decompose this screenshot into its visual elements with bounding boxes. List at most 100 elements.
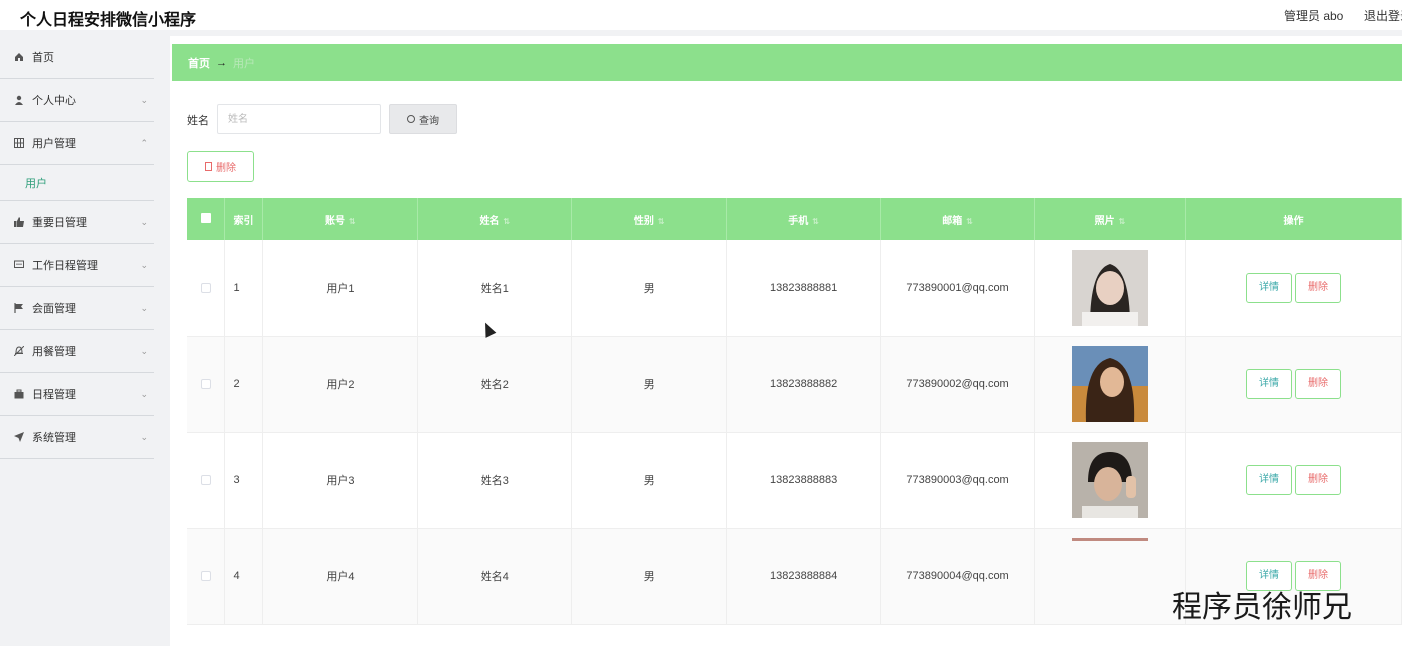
sidebar-item-user-management[interactable]: 用户管理 ⌃ [0,122,154,165]
row-index: 1 [224,240,264,337]
header-gender[interactable]: 性别 ⇅ [571,198,728,240]
delete-button[interactable]: 删除 [1295,369,1341,399]
row-phone: 13823888883 [726,432,882,529]
row-email: 773890002@qq.com [880,336,1036,433]
sort-icon[interactable]: ⇅ [966,217,973,226]
user-icon [13,94,25,106]
sidebar-item-dining[interactable]: 用餐管理 ⌄ [0,330,154,373]
detail-button[interactable]: 详情 [1246,272,1292,303]
row-select[interactable] [187,528,226,625]
sidebar-item-label: 个人中心 [32,95,76,107]
sort-icon[interactable]: ⇅ [658,217,665,226]
row-photo-cell [1034,336,1186,433]
header-phone[interactable]: 手机 ⇅ [726,198,882,240]
row-checkbox[interactable] [200,475,211,486]
row-email: 773890004@qq.com [880,528,1036,625]
table-row: 3 用户3 姓名3 男 13823888883 773890003@qq.com… [187,432,1402,529]
header-account[interactable]: 账号 ⇅ [262,198,419,240]
row-phone: 13823888881 [726,240,882,337]
select-all-checkbox[interactable] [200,212,211,223]
sidebar-subitem-users[interactable]: 用户 [0,165,154,201]
row-actions: 详情 删除 [1185,336,1402,433]
delete-button[interactable]: 删除 [1295,465,1341,495]
briefcase-icon [13,388,25,400]
row-select[interactable] [187,432,226,529]
user-photo [1072,442,1149,518]
header-actions: 操作 [1185,198,1402,240]
chevron-down-icon: ⌄ [140,260,148,270]
batch-delete-button[interactable]: 删除 [187,151,254,182]
row-account: 用户4 [262,528,419,625]
sidebar-item-label: 日程管理 [32,389,76,401]
detail-button[interactable]: 详情 [1246,369,1292,399]
row-checkbox[interactable] [200,571,211,582]
user-photo [1072,538,1149,541]
sidebar-item-personal[interactable]: 个人中心 ⌄ [0,79,154,122]
header-photo[interactable]: 照片 ⇅ [1034,198,1186,240]
query-button[interactable]: 查询 [389,104,457,134]
row-select[interactable] [187,240,226,337]
chevron-down-icon: ⌄ [140,303,148,313]
sidebar-item-schedule[interactable]: 日程管理 ⌄ [0,373,154,416]
row-checkbox[interactable] [200,282,211,293]
home-icon [13,51,25,63]
row-account: 用户3 [262,432,419,529]
header-index: 索引 [224,198,264,240]
sort-icon[interactable]: ⇅ [503,217,510,226]
table-row: 2 用户2 姓名2 男 13823888882 773890002@qq.com… [187,336,1402,433]
thumb-icon [13,216,25,228]
chevron-down-icon: ⌄ [140,346,148,356]
row-index: 4 [224,528,264,625]
sidebar-item-label: 会面管理 [32,303,76,315]
breadcrumb: 首页 → 用户 [172,44,1402,81]
header-email[interactable]: 邮箱 ⇅ [880,198,1036,240]
sort-icon[interactable]: ⇅ [1119,217,1126,226]
sort-icon[interactable]: ⇅ [812,217,819,226]
sidebar-item-meetings[interactable]: 会面管理 ⌄ [0,287,154,330]
top-bar: 个人日程安排微信小程序 管理员 abo 退出登录 [0,0,1402,30]
name-search-input[interactable] [217,104,381,134]
row-name: 姓名4 [417,528,573,625]
row-select[interactable] [187,336,226,433]
row-name: 姓名1 [417,240,573,337]
grid-icon [13,137,25,149]
sidebar-item-home[interactable]: 首页 [0,36,154,79]
sidebar-item-system[interactable]: 系统管理 ⌄ [0,416,154,459]
row-gender: 男 [571,240,728,337]
sort-icon[interactable]: ⇅ [349,217,356,226]
row-index: 2 [224,336,264,433]
header-select-all[interactable] [187,198,226,240]
row-phone: 13823888882 [726,336,882,433]
user-photo [1072,346,1149,422]
row-name: 姓名3 [417,432,573,529]
bell-icon [13,345,25,357]
detail-button[interactable]: 详情 [1246,465,1292,495]
sidebar-item-important-days[interactable]: 重要日管理 ⌄ [0,201,154,244]
row-photo-cell [1034,240,1186,337]
admin-label: 管理员 abo [1284,9,1344,23]
flag-icon [13,302,25,314]
row-index: 3 [224,432,264,529]
delete-button[interactable]: 删除 [1295,272,1341,303]
table-header-row: 索引 账号 ⇅ 姓名 ⇅ 性别 ⇅ 手机 ⇅ 邮箱 ⇅ 照片 ⇅ 操作 [187,198,1402,240]
chevron-down-icon: ⌄ [140,432,148,442]
user-photo [1072,249,1149,326]
sidebar-item-work-schedule[interactable]: 工作日程管理 ⌄ [0,244,154,287]
row-phone: 13823888884 [726,528,882,625]
main-content: 首页 → 用户 姓名 查询 删除 索引 账号⇅ 姓名⇅ 性别⇅ 手机⇅ 邮箱⇅ … [170,36,1402,646]
sidebar-item-label: 工作日程管理 [32,260,98,272]
breadcrumb-home[interactable]: 首页 [188,55,210,71]
batch-delete-label: 删除 [216,163,236,174]
app-title: 个人日程安排微信小程序 [20,12,197,29]
logout-link[interactable]: 退出登录 [1364,7,1402,24]
chevron-down-icon: ⌄ [140,389,148,399]
sidebar-item-label: 用户管理 [32,138,76,150]
row-checkbox[interactable] [200,379,211,390]
chevron-up-icon: ⌃ [140,138,148,148]
header-name[interactable]: 姓名 ⇅ [417,198,573,240]
search-label: 姓名 [187,115,209,127]
chat-icon [13,259,25,271]
trash-icon [205,162,212,171]
row-photo-cell [1034,432,1186,529]
send-icon [13,431,25,443]
